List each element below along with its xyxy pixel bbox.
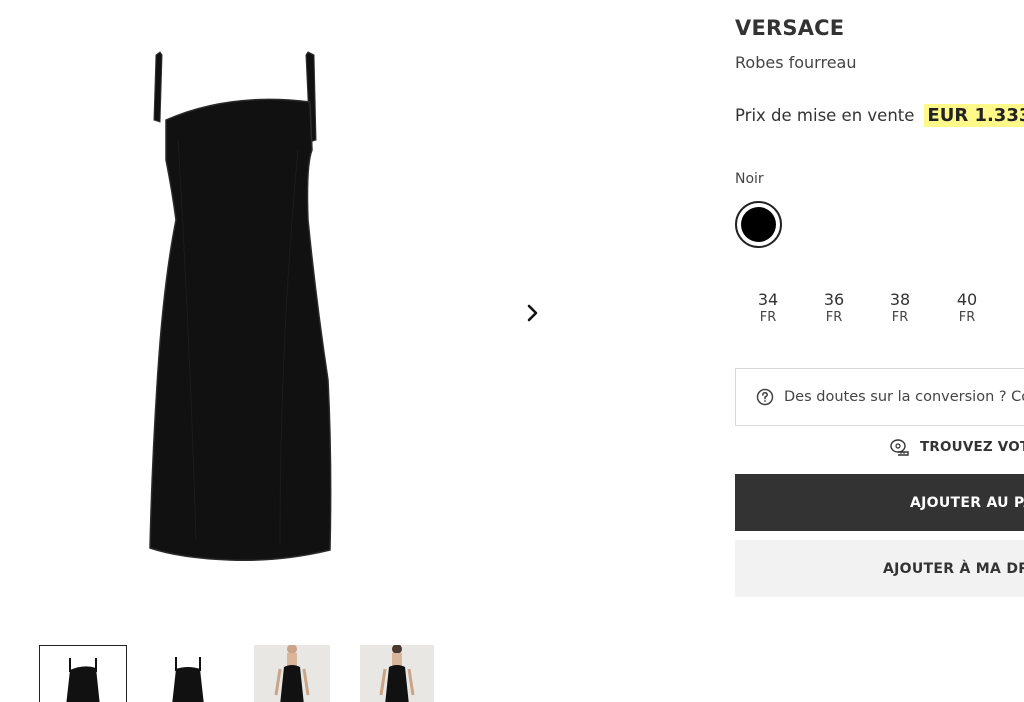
- color-name: Noir: [735, 171, 764, 187]
- add-to-wishlist-button[interactable]: AJOUTER À MA DR: [735, 540, 1024, 597]
- size-option-36[interactable]: 36 FR: [801, 290, 867, 326]
- size-unit: FR: [825, 310, 843, 325]
- product-gallery: [0, 0, 700, 702]
- size-selector: 34 FR 36 FR 38 FR 40 FR: [735, 290, 1024, 334]
- size-number: 36: [823, 290, 845, 309]
- size-unit: FR: [891, 310, 909, 325]
- size-conversion-help[interactable]: Des doutes sur la conversion ? Co: [735, 368, 1024, 426]
- thumbnail-2[interactable]: [144, 645, 232, 702]
- size-number: 40: [956, 290, 978, 309]
- measuring-tape-icon: [890, 439, 909, 456]
- product-info-panel: VERSACE Robes fourreau Prix de mise en v…: [735, 0, 1024, 702]
- product-main-image[interactable]: [130, 40, 360, 570]
- thumbnail-3[interactable]: [254, 645, 330, 702]
- chevron-right-icon: [527, 304, 538, 322]
- size-option-34[interactable]: 34 FR: [735, 290, 801, 326]
- price-value: EUR 1.333,: [924, 104, 1024, 127]
- color-swatch-noir: [741, 207, 776, 242]
- product-category: Robes fourreau: [735, 53, 857, 72]
- price-label: Prix de mise en vente: [735, 106, 915, 125]
- size-number: 38: [889, 290, 911, 309]
- question-circle-icon: [756, 388, 774, 406]
- size-number: 34: [757, 290, 779, 309]
- price-row: Prix de mise en vente EUR 1.333,: [735, 104, 1024, 127]
- size-option-40[interactable]: 40 FR: [934, 290, 1000, 326]
- size-unit: FR: [759, 310, 777, 325]
- color-swatch-selected[interactable]: [735, 201, 782, 248]
- thumbnail-4[interactable]: [360, 645, 434, 702]
- size-unit: FR: [958, 310, 976, 325]
- conversion-text: Des doutes sur la conversion ? Co: [784, 389, 1024, 405]
- add-to-cart-button[interactable]: AJOUTER AU PA: [735, 474, 1024, 531]
- thumbnail-1[interactable]: [39, 645, 127, 702]
- brand-name[interactable]: VERSACE: [735, 16, 844, 40]
- find-size-text: TROUVEZ VOTR: [920, 439, 1024, 455]
- next-image-button[interactable]: [520, 300, 546, 326]
- find-size-link[interactable]: TROUVEZ VOTR: [890, 438, 1024, 456]
- size-option-38[interactable]: 38 FR: [867, 290, 933, 326]
